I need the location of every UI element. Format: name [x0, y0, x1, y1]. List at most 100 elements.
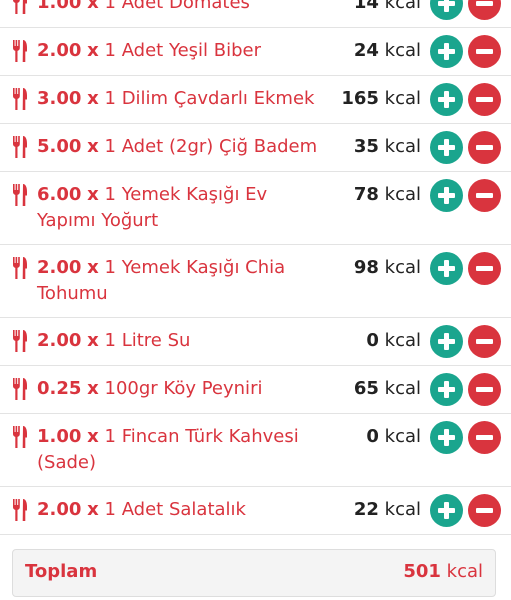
minus-icon	[476, 193, 493, 198]
item-name: 1 Dilim Çavdarlı Ekmek	[104, 88, 315, 109]
add-button[interactable]	[430, 131, 463, 164]
add-button[interactable]	[430, 179, 463, 212]
plus-icon-stem	[444, 91, 449, 108]
multiply-sign: x	[87, 257, 99, 278]
remove-button[interactable]	[468, 35, 501, 68]
minus-icon	[476, 508, 493, 513]
multiply-sign: x	[87, 88, 99, 109]
minus-icon	[476, 387, 493, 392]
item-kcal: 78 kcal	[354, 182, 421, 208]
list-item: 1.00 x 1 Fincan Türk Kahvesi (Sade) 0 kc…	[0, 414, 511, 487]
item-quantity: 2.00	[37, 330, 82, 351]
item-name: 1 Litre Su	[104, 330, 191, 351]
item-kcal: 24 kcal	[354, 38, 421, 64]
plus-icon-stem	[444, 429, 449, 446]
add-button[interactable]	[430, 325, 463, 358]
add-button[interactable]	[430, 373, 463, 406]
item-quantity: 0.25	[37, 378, 82, 399]
remove-button[interactable]	[468, 83, 501, 116]
remove-button[interactable]	[468, 494, 501, 527]
item-quantity: 2.00	[37, 257, 82, 278]
minus-icon	[476, 145, 493, 150]
kcal-unit: kcal	[384, 184, 421, 205]
multiply-sign: x	[87, 184, 99, 205]
plus-icon-stem	[444, 333, 449, 350]
remove-button[interactable]	[468, 252, 501, 285]
item-description: 3.00 x 1 Dilim Çavdarlı Ekmek	[37, 86, 327, 112]
plus-icon-stem	[444, 187, 449, 204]
fork-knife-icon	[13, 184, 27, 206]
item-quantity: 6.00	[37, 184, 82, 205]
kcal-unit: kcal	[384, 378, 421, 399]
food-list: 1.00 x 1 Adet Domates 14 kcal 2.00 x 1 A…	[0, 0, 511, 535]
kcal-unit: kcal	[384, 426, 421, 447]
remove-button[interactable]	[468, 325, 501, 358]
minus-icon	[476, 339, 493, 344]
fork-knife-icon	[13, 88, 27, 110]
remove-button[interactable]	[468, 179, 501, 212]
minus-icon	[476, 97, 493, 102]
kcal-value: 24	[353, 40, 379, 61]
item-quantity: 3.00	[37, 88, 82, 109]
multiply-sign: x	[87, 0, 99, 13]
multiply-sign: x	[87, 40, 99, 61]
item-description: 2.00 x 1 Adet Yeşil Biber	[37, 38, 327, 64]
add-button[interactable]	[430, 252, 463, 285]
fork-knife-icon	[13, 136, 27, 158]
item-kcal: 22 kcal	[354, 497, 421, 523]
list-item: 2.00 x 1 Yemek Kaşığı Chia Tohumu 98 kca…	[0, 245, 511, 318]
item-quantity: 5.00	[37, 136, 82, 157]
fork-knife-icon	[13, 378, 27, 400]
item-name: 1 Adet Yeşil Biber	[104, 40, 261, 61]
plus-icon-stem	[444, 381, 449, 398]
item-name: 1 Adet Domates	[104, 0, 250, 13]
item-quantity: 2.00	[37, 40, 82, 61]
add-button[interactable]	[430, 0, 463, 20]
item-description: 5.00 x 1 Adet (2gr) Çiğ Badem	[37, 134, 327, 160]
plus-icon-stem	[444, 260, 449, 277]
kcal-unit: kcal	[384, 136, 421, 157]
minus-icon	[476, 435, 493, 440]
fork-knife-icon	[13, 0, 27, 14]
kcal-value: 22	[353, 499, 379, 520]
remove-button[interactable]	[468, 0, 501, 20]
remove-button[interactable]	[468, 131, 501, 164]
total-value: 501	[403, 561, 441, 582]
add-button[interactable]	[430, 494, 463, 527]
minus-icon	[476, 266, 493, 271]
item-kcal: 0 kcal	[366, 424, 421, 450]
plus-icon-stem	[444, 43, 449, 60]
list-item: 6.00 x 1 Yemek Kaşığı Ev Yapımı Yoğurt 7…	[0, 172, 511, 245]
kcal-unit: kcal	[384, 499, 421, 520]
item-description: 0.25 x 100gr Köy Peyniri	[37, 376, 327, 402]
kcal-unit: kcal	[384, 40, 421, 61]
kcal-value: 65	[353, 378, 379, 399]
remove-button[interactable]	[468, 421, 501, 454]
minus-icon	[476, 1, 493, 6]
kcal-value: 78	[353, 184, 379, 205]
item-description: 1.00 x 1 Adet Domates	[37, 0, 327, 16]
total-summary: Toplam 501 kcal	[12, 549, 496, 597]
add-button[interactable]	[430, 35, 463, 68]
multiply-sign: x	[87, 330, 99, 351]
multiply-sign: x	[87, 136, 99, 157]
fork-knife-icon	[13, 40, 27, 62]
item-quantity: 2.00	[37, 499, 82, 520]
total-label: Toplam	[25, 561, 98, 582]
item-description: 1.00 x 1 Fincan Türk Kahvesi (Sade)	[37, 424, 327, 476]
add-button[interactable]	[430, 421, 463, 454]
multiply-sign: x	[87, 378, 99, 399]
item-kcal: 0 kcal	[366, 328, 421, 354]
kcal-value: 165	[341, 88, 379, 109]
remove-button[interactable]	[468, 373, 501, 406]
fork-knife-icon	[13, 257, 27, 279]
kcal-value: 0	[366, 426, 379, 447]
item-name: 100gr Köy Peyniri	[104, 378, 263, 399]
item-quantity: 1.00	[37, 0, 82, 13]
add-button[interactable]	[430, 83, 463, 116]
kcal-value: 35	[353, 136, 379, 157]
plus-icon-stem	[444, 0, 449, 12]
item-description: 2.00 x 1 Litre Su	[37, 328, 327, 354]
kcal-unit: kcal	[384, 257, 421, 278]
plus-icon-stem	[444, 502, 449, 519]
